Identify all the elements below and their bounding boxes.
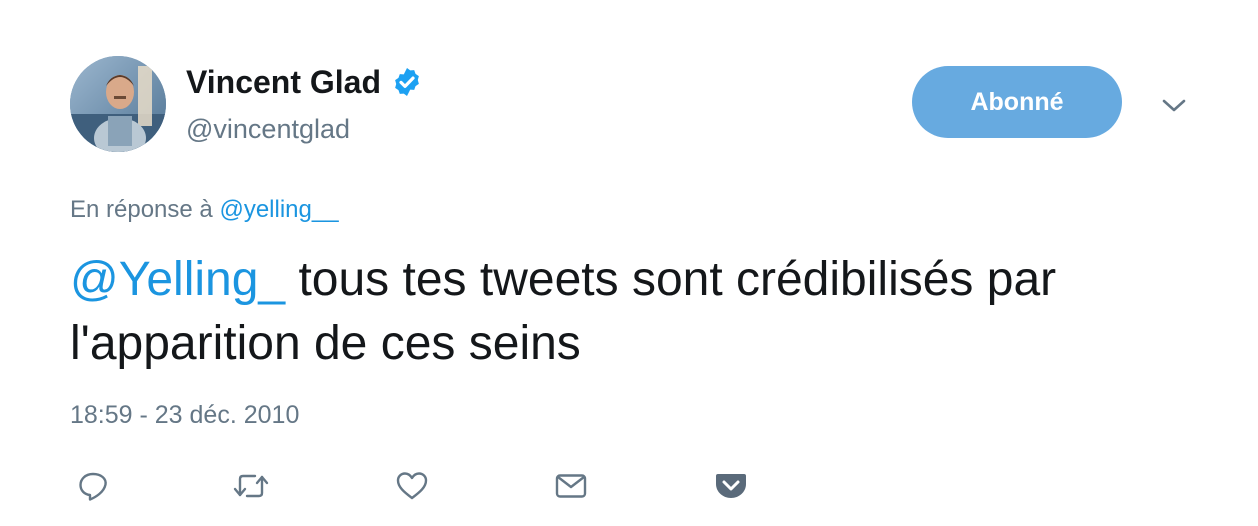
- reply-button[interactable]: [73, 466, 113, 506]
- heart-icon: [396, 472, 428, 500]
- reply-icon: [79, 472, 107, 501]
- pocket-icon: [716, 474, 746, 498]
- verified-badge-icon: [395, 68, 419, 96]
- author-handle[interactable]: @vincentglad: [186, 112, 350, 146]
- envelope-icon: [555, 474, 587, 498]
- reply-context-mention[interactable]: @yelling__: [219, 196, 338, 223]
- retweet-icon: [233, 474, 269, 498]
- avatar[interactable]: [70, 56, 166, 152]
- tweet-card: Vincent Glad @vincentglad Abonné En répo…: [0, 0, 1258, 526]
- author-name-row: Vincent Glad: [186, 62, 423, 102]
- like-button[interactable]: [392, 466, 432, 506]
- tweet-timestamp[interactable]: 18:59 - 23 déc. 2010: [70, 398, 299, 432]
- author-display-name[interactable]: Vincent Glad: [186, 62, 381, 102]
- tweet-text: @Yelling_ tous tes tweets sont crédibili…: [70, 248, 1170, 376]
- direct-message-button[interactable]: [551, 466, 591, 506]
- reply-context: En réponse à @yelling__: [70, 194, 339, 226]
- chevron-down-icon: [1162, 99, 1186, 112]
- tweet-mention[interactable]: @Yelling_: [70, 253, 285, 306]
- retweet-button[interactable]: [231, 466, 271, 506]
- following-button[interactable]: Abonné: [912, 66, 1122, 138]
- avatar-image: [70, 56, 166, 152]
- more-options-button[interactable]: [1158, 92, 1190, 120]
- reply-context-prefix: En réponse à: [70, 196, 213, 223]
- pocket-button[interactable]: [711, 466, 751, 506]
